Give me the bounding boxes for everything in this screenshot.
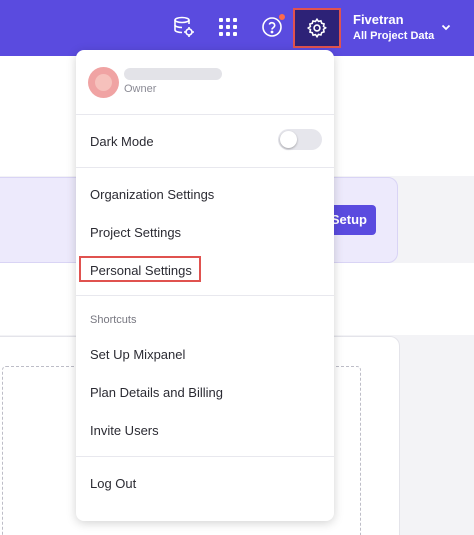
divider xyxy=(76,456,334,457)
dark-mode-toggle[interactable] xyxy=(278,129,322,150)
avatar xyxy=(88,67,119,98)
project-switcher[interactable]: Fivetran All Project Data xyxy=(353,12,434,44)
shortcuts-heading: Shortcuts xyxy=(90,314,137,326)
settings-dropdown-menu: Owner Dark Mode Organization Settings Pr… xyxy=(76,50,334,521)
top-bar: Fivetran All Project Data xyxy=(0,0,474,56)
menu-item-project-settings[interactable]: Project Settings xyxy=(90,225,181,240)
gear-icon xyxy=(306,17,327,39)
user-name-redacted xyxy=(124,68,222,80)
menu-item-set-up-mixpanel[interactable]: Set Up Mixpanel xyxy=(90,347,185,362)
divider xyxy=(76,114,334,115)
dark-mode-label: Dark Mode xyxy=(90,134,154,149)
divider xyxy=(76,295,334,296)
notification-dot xyxy=(278,13,286,21)
menu-item-personal-settings[interactable]: Personal Settings xyxy=(79,256,201,282)
toggle-knob xyxy=(280,131,297,148)
menu-item-organization-settings[interactable]: Organization Settings xyxy=(90,187,214,202)
project-scope: All Project Data xyxy=(353,30,435,42)
settings-gear-button[interactable] xyxy=(293,8,341,48)
menu-item-log-out[interactable]: Log Out xyxy=(90,476,136,491)
menu-item-invite-users[interactable]: Invite Users xyxy=(90,423,159,438)
apps-grid-icon[interactable] xyxy=(215,14,241,40)
help-icon[interactable] xyxy=(259,13,286,40)
user-role: Owner xyxy=(124,83,157,95)
menu-item-plan-details-billing[interactable]: Plan Details and Billing xyxy=(90,385,223,400)
project-name: Fivetran xyxy=(353,12,404,27)
database-settings-icon[interactable] xyxy=(171,14,197,40)
divider xyxy=(76,167,334,168)
chevron-down-icon[interactable] xyxy=(440,21,452,33)
